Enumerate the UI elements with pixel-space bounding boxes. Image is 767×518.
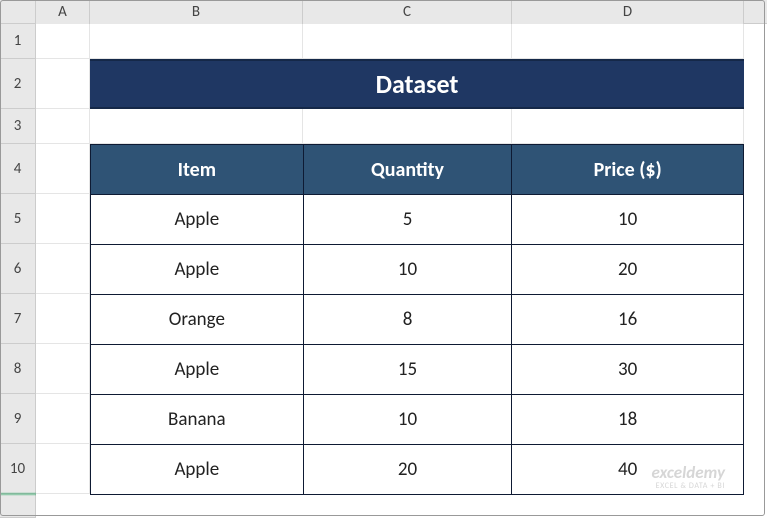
- select-all-corner[interactable]: [0, 0, 36, 24]
- cell-A8[interactable]: [36, 344, 90, 394]
- cell-quantity[interactable]: 5: [303, 195, 512, 245]
- cell-price[interactable]: 18: [512, 395, 744, 445]
- cell-A2[interactable]: [36, 59, 90, 109]
- row-header-6[interactable]: 6: [0, 244, 36, 294]
- row-header-3[interactable]: 3: [0, 109, 36, 144]
- cell-A7[interactable]: [36, 294, 90, 344]
- table-row: Orange 8 16: [91, 295, 744, 345]
- cell-B1[interactable]: [90, 24, 303, 59]
- cell-A5[interactable]: [36, 194, 90, 244]
- cell-A6[interactable]: [36, 244, 90, 294]
- watermark: exceldemy EXCEL & DATA + BI: [652, 464, 726, 490]
- row-header-5[interactable]: 5: [0, 194, 36, 244]
- row-header-8[interactable]: 8: [0, 344, 36, 394]
- header-quantity[interactable]: Quantity: [303, 145, 512, 195]
- header-price[interactable]: Price ($): [512, 145, 744, 195]
- table-row: Apple 20 40: [91, 445, 744, 495]
- cell-B3[interactable]: [90, 109, 303, 144]
- cell-item[interactable]: Orange: [91, 295, 304, 345]
- cell-price[interactable]: 30: [512, 345, 744, 395]
- cell-quantity[interactable]: 15: [303, 345, 512, 395]
- cell-item[interactable]: Apple: [91, 345, 304, 395]
- cell-C1[interactable]: [303, 24, 512, 59]
- cell-A4[interactable]: [36, 144, 90, 194]
- cell-D1[interactable]: [512, 24, 744, 59]
- row-header-1[interactable]: 1: [0, 24, 36, 59]
- watermark-brand: exceldemy: [652, 464, 726, 482]
- column-header-C[interactable]: C: [303, 0, 512, 24]
- cell-grid: Dataset Item Quantity Price ($) Apple 5 …: [36, 24, 767, 518]
- cell-A3[interactable]: [36, 109, 90, 144]
- title-banner[interactable]: Dataset: [90, 59, 744, 109]
- cell-C3[interactable]: [303, 109, 512, 144]
- cell-item[interactable]: Banana: [91, 395, 304, 445]
- column-header-B[interactable]: B: [90, 0, 303, 24]
- cell-A9[interactable]: [36, 394, 90, 444]
- row-header-4[interactable]: 4: [0, 144, 36, 194]
- row-header-10[interactable]: 10: [0, 444, 36, 494]
- cell-D3[interactable]: [512, 109, 744, 144]
- cell-item[interactable]: Apple: [91, 245, 304, 295]
- cell-item[interactable]: Apple: [91, 195, 304, 245]
- column-header-A[interactable]: A: [36, 0, 90, 24]
- spreadsheet: A B C D 1 2 3 4 5 6 7 8 9 10: [0, 0, 767, 518]
- cell-price[interactable]: 10: [512, 195, 744, 245]
- cell-price[interactable]: 20: [512, 245, 744, 295]
- row-header-9[interactable]: 9: [0, 394, 36, 444]
- cell-quantity[interactable]: 20: [303, 445, 512, 495]
- row-headers-column: 1 2 3 4 5 6 7 8 9 10: [0, 24, 36, 518]
- data-table: Item Quantity Price ($) Apple 5 10 Apple…: [90, 144, 744, 495]
- column-headers-row: A B C D: [0, 0, 767, 24]
- cell-A1[interactable]: [36, 24, 90, 59]
- cell-quantity[interactable]: 10: [303, 395, 512, 445]
- header-item[interactable]: Item: [91, 145, 304, 195]
- table-row: Apple 15 30: [91, 345, 744, 395]
- cell-price[interactable]: 16: [512, 295, 744, 345]
- row-header-7[interactable]: 7: [0, 294, 36, 344]
- table-header-row: Item Quantity Price ($): [91, 145, 744, 195]
- table-row: Apple 5 10: [91, 195, 744, 245]
- row-header-2[interactable]: 2: [0, 59, 36, 109]
- cell-item[interactable]: Apple: [91, 445, 304, 495]
- watermark-tagline: EXCEL & DATA + BI: [652, 482, 726, 490]
- table-row: Banana 10 18: [91, 395, 744, 445]
- cell-quantity[interactable]: 10: [303, 245, 512, 295]
- column-header-D[interactable]: D: [512, 0, 744, 24]
- cell-quantity[interactable]: 8: [303, 295, 512, 345]
- row-header-11[interactable]: [0, 494, 36, 518]
- cell-A10[interactable]: [36, 444, 90, 494]
- table-row: Apple 10 20: [91, 245, 744, 295]
